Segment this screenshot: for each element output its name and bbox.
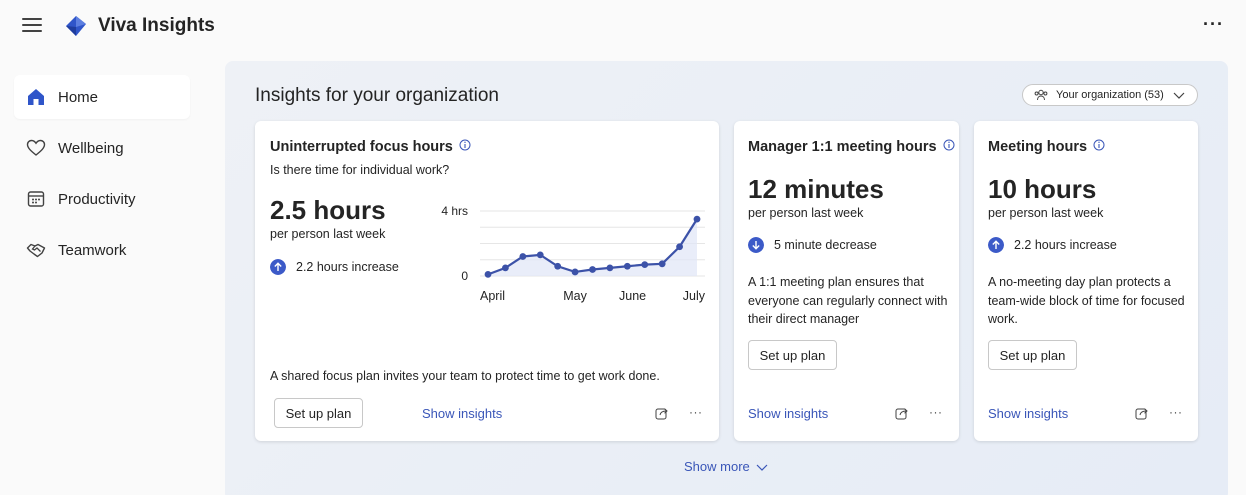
data-point xyxy=(589,266,596,273)
home-icon xyxy=(28,89,44,105)
x-tick-label: July xyxy=(683,289,706,303)
focus-hours-chart: 4 hrs 0 April May June July xyxy=(441,204,706,303)
data-point xyxy=(658,260,666,268)
share-icon[interactable] xyxy=(655,406,669,420)
info-icon[interactable] xyxy=(1093,139,1105,151)
people-icon xyxy=(1034,89,1048,101)
show-more-link[interactable]: Show more xyxy=(684,459,768,474)
show-insights-link[interactable]: Show insights xyxy=(422,406,502,421)
share-icon[interactable] xyxy=(1135,406,1149,420)
data-point xyxy=(484,270,492,278)
data-point xyxy=(641,261,649,269)
metric-caption: per person last week xyxy=(748,206,864,220)
x-tick-label: June xyxy=(619,289,646,303)
card-description: A 1:1 meeting plan ensures that everyone… xyxy=(748,275,948,326)
sidebar-item-label: Productivity xyxy=(58,191,136,208)
arrow-up-icon xyxy=(988,237,1004,253)
calendar-icon xyxy=(27,191,45,207)
sidebar-item-teamwork[interactable]: Teamwork xyxy=(14,228,190,272)
data-point xyxy=(606,264,614,272)
metric-value: 2.5 hours xyxy=(270,195,386,225)
app-title: Viva Insights xyxy=(98,15,215,36)
sidebar-item-label: Teamwork xyxy=(58,242,127,259)
card-description: A shared focus plan invites your team to… xyxy=(270,369,660,383)
sidebar-item-productivity[interactable]: Productivity xyxy=(14,177,190,221)
chevron-down-icon xyxy=(1173,92,1185,99)
x-tick-label: May xyxy=(563,289,587,303)
y-tick-label: 0 xyxy=(461,269,468,283)
info-icon[interactable] xyxy=(943,139,955,151)
more-options-icon[interactable]: ··· xyxy=(929,405,943,419)
heart-icon xyxy=(26,139,46,156)
data-point xyxy=(536,251,544,259)
card-description: A no-meeting day plan protects a team-wi… xyxy=(988,275,1185,326)
sidebar-item-wellbeing[interactable]: Wellbeing xyxy=(14,126,190,170)
show-insights-link[interactable]: Show insights xyxy=(988,406,1068,421)
sidebar: Home Wellbeing Productivity Teamwork xyxy=(14,75,190,279)
data-point xyxy=(571,268,579,276)
data-point xyxy=(623,262,631,270)
sidebar-item-label: Home xyxy=(58,89,99,106)
chevron-down-icon xyxy=(756,464,768,471)
data-point xyxy=(519,253,527,260)
viva-insights-logo xyxy=(66,16,86,36)
organization-selector[interactable]: Your organization (53) xyxy=(1022,84,1198,106)
card-title: Uninterrupted focus hours xyxy=(270,139,471,155)
page-title: Insights for your organization xyxy=(255,85,499,106)
organization-selector-label: Your organization (53) xyxy=(1056,89,1164,101)
arrow-up-icon xyxy=(270,259,286,275)
arrow-down-icon xyxy=(748,237,764,253)
metric-value: 10 hours xyxy=(988,174,1097,204)
manager-meeting-card: Manager 1:1 meeting hours 12 minutes per… xyxy=(734,121,959,441)
focus-hours-card: Uninterrupted focus hours Is there time … xyxy=(255,121,719,441)
main-content: Insights for your organization Your orga… xyxy=(225,61,1228,495)
meeting-hours-card: Meeting hours 10 hours per person last w… xyxy=(974,121,1198,441)
set-up-plan-button[interactable]: Set up plan xyxy=(988,340,1077,370)
more-options-icon[interactable]: ··· xyxy=(689,405,703,419)
data-point xyxy=(554,262,562,270)
more-options-icon[interactable]: ··· xyxy=(1203,14,1224,35)
card-title: Manager 1:1 meeting hours xyxy=(748,139,955,155)
card-question: Is there time for individual work? xyxy=(270,163,450,177)
set-up-plan-button[interactable]: Set up plan xyxy=(748,340,837,370)
trend-text: 2.2 hours increase xyxy=(296,260,399,274)
show-more-label: Show more xyxy=(684,459,750,474)
trend-text: 5 minute decrease xyxy=(774,238,877,252)
data-point xyxy=(693,215,701,223)
card-title: Meeting hours xyxy=(988,139,1105,155)
metric-value: 12 minutes xyxy=(748,174,884,204)
show-insights-link[interactable]: Show insights xyxy=(748,406,828,421)
sidebar-item-home[interactable]: Home xyxy=(14,75,190,119)
set-up-plan-button[interactable]: Set up plan xyxy=(274,398,363,428)
info-icon[interactable] xyxy=(459,139,471,151)
y-tick-label: 4 hrs xyxy=(441,204,468,218)
sidebar-item-label: Wellbeing xyxy=(58,140,124,157)
x-tick-label: April xyxy=(480,289,505,303)
data-point xyxy=(676,243,683,251)
share-icon[interactable] xyxy=(895,406,909,420)
trend-text: 2.2 hours increase xyxy=(1014,238,1117,252)
hamburger-icon[interactable] xyxy=(22,17,42,33)
top-bar: Viva Insights ··· xyxy=(0,0,1246,52)
metric-caption: per person last week xyxy=(988,206,1104,220)
handshake-icon xyxy=(26,243,46,258)
more-options-icon[interactable]: ··· xyxy=(1169,405,1183,419)
data-point xyxy=(502,264,509,272)
metric-caption: per person last week xyxy=(270,227,386,241)
